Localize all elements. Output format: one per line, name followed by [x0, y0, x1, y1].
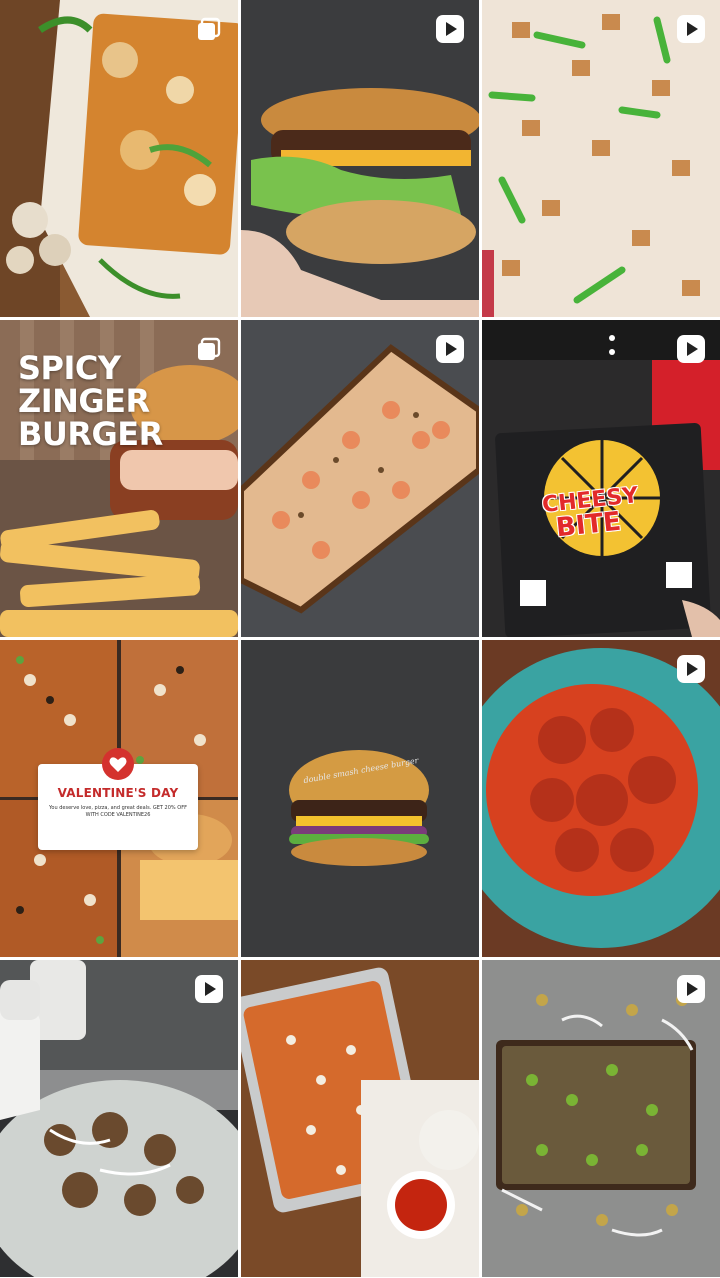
- post-tile-shrimp-pizza[interactable]: [241, 320, 479, 637]
- post-photo: [482, 0, 720, 317]
- play-badge-icon: [435, 334, 465, 364]
- post-tile-valentines-promo[interactable]: VALENTINE'S DAY You deserve love, pizza,…: [0, 640, 238, 957]
- post-tile-chicken-tray[interactable]: [241, 960, 479, 1277]
- post-photo: [241, 0, 479, 317]
- post-overlay-title: SPICY ZINGER BURGER: [18, 349, 163, 453]
- post-tile-spicy-zinger-burger[interactable]: SPICY ZINGER BURGER: [0, 320, 238, 637]
- post-photo: [241, 640, 479, 957]
- play-badge-icon: [676, 974, 706, 1004]
- post-tile-jalapeno-pizza[interactable]: [482, 960, 720, 1277]
- play-badge-icon: [194, 974, 224, 1004]
- play-badge-icon: [676, 14, 706, 44]
- play-badge-icon: [435, 14, 465, 44]
- post-tile-mushroom-pizza[interactable]: [0, 0, 238, 317]
- carousel-badge-icon: [194, 14, 224, 44]
- carousel-badge-icon: [194, 334, 224, 364]
- promo-body: You deserve love, pizza, and great deals…: [49, 805, 187, 818]
- promo-card: VALENTINE'S DAY You deserve love, pizza,…: [38, 748, 198, 850]
- post-photo: [482, 320, 720, 637]
- post-photo: [482, 640, 720, 957]
- post-tile-chicken-pepper-pizza[interactable]: [482, 0, 720, 317]
- post-tile-cheesy-bite-box[interactable]: CHEESY BITE: [482, 320, 720, 637]
- post-photo: [0, 960, 238, 1277]
- post-tile-cheeseburger[interactable]: [241, 0, 479, 317]
- play-badge-icon: [676, 654, 706, 684]
- heart-icon: [102, 748, 134, 780]
- profile-posts-grid: SPICY ZINGER BURGER CHEESY BITE VALENTIN…: [0, 0, 720, 1278]
- post-tile-buffalo-wings[interactable]: [482, 640, 720, 957]
- post-photo: [241, 320, 479, 637]
- post-photo: [241, 960, 479, 1277]
- post-tile-double-cheese-burger[interactable]: double smash cheese burger: [241, 640, 479, 957]
- post-photo: [482, 960, 720, 1277]
- post-photo: [0, 0, 238, 317]
- play-badge-icon: [676, 334, 706, 364]
- post-tile-sauce-bottle[interactable]: [0, 960, 238, 1277]
- promo-title: VALENTINE'S DAY: [57, 786, 179, 800]
